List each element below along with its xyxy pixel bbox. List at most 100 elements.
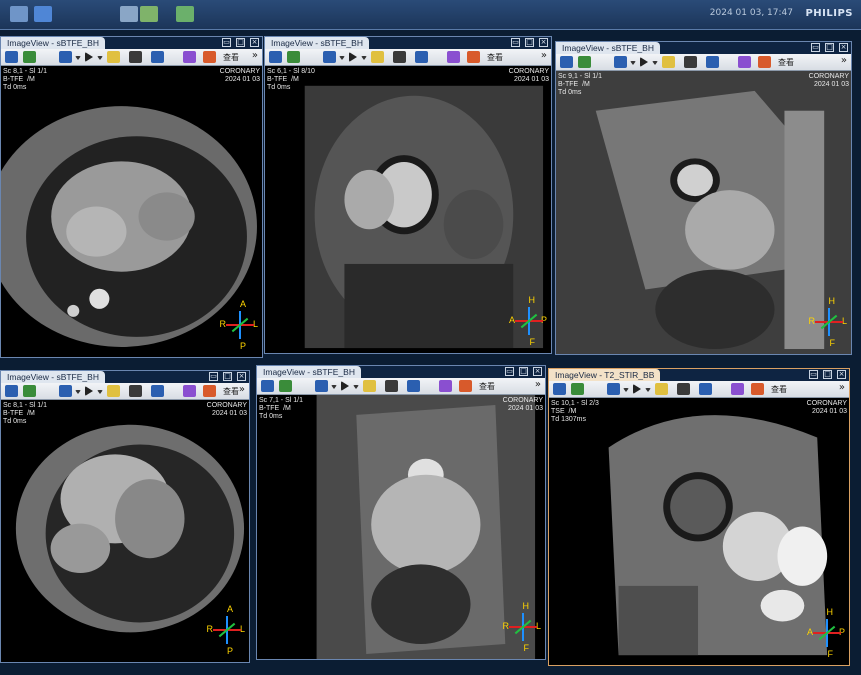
mri-image[interactable]: Sc 6,1 - Sl 8/10 B-TFE /M Td 0ms CORONAR… xyxy=(265,66,551,353)
close-icon[interactable]: × xyxy=(250,38,259,47)
tools-icon[interactable] xyxy=(140,6,158,22)
pin-icon[interactable] xyxy=(706,56,719,68)
pin-icon[interactable] xyxy=(151,385,164,397)
measure-icon[interactable] xyxy=(129,385,142,397)
mri-image[interactable]: Sc 9,1 - Sl 1/1 B-TFE /M Td 0ms CORONARY… xyxy=(556,71,851,354)
pin-icon[interactable] xyxy=(699,383,712,395)
grid-icon[interactable] xyxy=(59,51,72,63)
series-icon[interactable] xyxy=(553,383,566,395)
overflow-icon[interactable]: » xyxy=(541,50,547,61)
chevron-down-icon[interactable] xyxy=(97,390,103,394)
viewport-title[interactable]: ImageView - sBTFE_BH xyxy=(257,366,361,378)
chevron-down-icon[interactable] xyxy=(623,388,629,392)
color-map-icon[interactable] xyxy=(439,380,452,392)
view-menu-label[interactable]: 查看 xyxy=(223,386,239,397)
measure-icon[interactable] xyxy=(129,51,142,63)
play-icon[interactable] xyxy=(85,386,93,396)
maximize-icon[interactable]: □ xyxy=(525,38,534,47)
chevron-down-icon[interactable] xyxy=(75,390,81,394)
overflow-icon[interactable]: » xyxy=(841,55,847,66)
chevron-down-icon[interactable] xyxy=(630,61,636,65)
pin-icon[interactable] xyxy=(407,380,420,392)
view-menu-label[interactable]: 查看 xyxy=(778,57,794,68)
measure-icon[interactable] xyxy=(385,380,398,392)
maximize-icon[interactable]: □ xyxy=(825,43,834,52)
layout-grid-icon[interactable] xyxy=(10,6,28,22)
play-icon[interactable] xyxy=(640,57,648,67)
close-icon[interactable]: × xyxy=(837,370,846,379)
play-icon[interactable] xyxy=(85,52,93,62)
folder-icon[interactable] xyxy=(34,6,52,22)
window-level-icon[interactable] xyxy=(107,51,120,63)
chevron-down-icon[interactable] xyxy=(339,56,345,60)
chevron-down-icon[interactable] xyxy=(645,388,651,392)
measure-icon[interactable] xyxy=(393,51,406,63)
chart-icon[interactable] xyxy=(279,380,292,392)
chevron-down-icon[interactable] xyxy=(331,385,337,389)
series-icon[interactable] xyxy=(261,380,274,392)
window-level-icon[interactable] xyxy=(655,383,668,395)
overflow-icon[interactable]: » xyxy=(535,379,541,390)
reset-icon[interactable] xyxy=(751,383,764,395)
pin-icon[interactable] xyxy=(151,51,164,63)
window-level-icon[interactable] xyxy=(371,51,384,63)
image-viewport[interactable]: ImageView - sBTFE_BH ▭ □ × 查看 » xyxy=(256,365,546,660)
reset-icon[interactable] xyxy=(203,51,216,63)
chart-icon[interactable] xyxy=(23,51,36,63)
chevron-down-icon[interactable] xyxy=(353,385,359,389)
viewport-title[interactable]: ImageView - sBTFE_BH xyxy=(1,37,105,49)
color-map-icon[interactable] xyxy=(447,51,460,63)
close-icon[interactable]: × xyxy=(539,38,548,47)
series-icon[interactable] xyxy=(120,6,138,22)
restore-icon[interactable]: ▭ xyxy=(222,38,231,47)
restore-icon[interactable]: ▭ xyxy=(505,367,514,376)
reset-icon[interactable] xyxy=(467,51,480,63)
grid-icon[interactable] xyxy=(323,51,336,63)
series-icon[interactable] xyxy=(269,51,282,63)
reset-icon[interactable] xyxy=(758,56,771,68)
color-map-icon[interactable] xyxy=(183,51,196,63)
color-map-icon[interactable] xyxy=(731,383,744,395)
chevron-down-icon[interactable] xyxy=(97,56,103,60)
grid-icon[interactable] xyxy=(614,56,627,68)
close-icon[interactable]: × xyxy=(533,367,542,376)
window-level-icon[interactable] xyxy=(662,56,675,68)
viewport-title[interactable]: ImageView - sBTFE_BH xyxy=(1,371,105,383)
view-menu-label[interactable]: 查看 xyxy=(223,52,239,63)
mri-image[interactable]: Sc 8,1 - Sl 1/1 B-TFE /M Td 0ms CORONARY… xyxy=(1,400,249,662)
windows-icon[interactable] xyxy=(176,6,194,22)
pin-icon[interactable] xyxy=(415,51,428,63)
viewport-title[interactable]: ImageView - T2_STIR_BB xyxy=(549,369,661,381)
view-menu-label[interactable]: 查看 xyxy=(479,381,495,392)
window-level-icon[interactable] xyxy=(107,385,120,397)
image-viewport[interactable]: ImageView - T2_STIR_BB ▭ □ × 查看 » Sc 10,… xyxy=(548,368,850,666)
image-viewport[interactable]: ImageView - sBTFE_BH ▭ □ × 查看 » xyxy=(0,370,250,663)
series-icon[interactable] xyxy=(5,385,18,397)
restore-icon[interactable]: ▭ xyxy=(511,38,520,47)
chevron-down-icon[interactable] xyxy=(75,56,81,60)
chart-icon[interactable] xyxy=(287,51,300,63)
grid-icon[interactable] xyxy=(607,383,620,395)
chart-icon[interactable] xyxy=(571,383,584,395)
grid-icon[interactable] xyxy=(315,380,328,392)
measure-icon[interactable] xyxy=(684,56,697,68)
image-viewport[interactable]: ImageView - sBTFE_BH ▭ □ × 查看 » xyxy=(0,36,263,358)
mri-image[interactable]: Sc 10,1 - Sl 2/3 TSE /M Td 1307ms CORONA… xyxy=(549,398,849,665)
close-icon[interactable]: × xyxy=(839,43,848,52)
play-icon[interactable] xyxy=(349,52,357,62)
series-icon[interactable] xyxy=(560,56,573,68)
play-icon[interactable] xyxy=(633,384,641,394)
maximize-icon[interactable]: □ xyxy=(823,370,832,379)
image-viewport[interactable]: ImageView - sBTFE_BH ▭ □ × 查看 » xyxy=(264,36,552,354)
series-icon[interactable] xyxy=(5,51,18,63)
restore-icon[interactable]: ▭ xyxy=(209,372,218,381)
overflow-icon[interactable]: » xyxy=(252,50,258,61)
window-level-icon[interactable] xyxy=(363,380,376,392)
close-icon[interactable]: × xyxy=(237,372,246,381)
play-icon[interactable] xyxy=(341,381,349,391)
restore-icon[interactable]: ▭ xyxy=(811,43,820,52)
overflow-icon[interactable]: » xyxy=(839,382,845,393)
maximize-icon[interactable]: □ xyxy=(223,372,232,381)
chart-icon[interactable] xyxy=(578,56,591,68)
mri-image[interactable]: Sc 7,1 - Sl 1/1 B-TFE /M Td 0ms CORONARY… xyxy=(257,395,545,659)
